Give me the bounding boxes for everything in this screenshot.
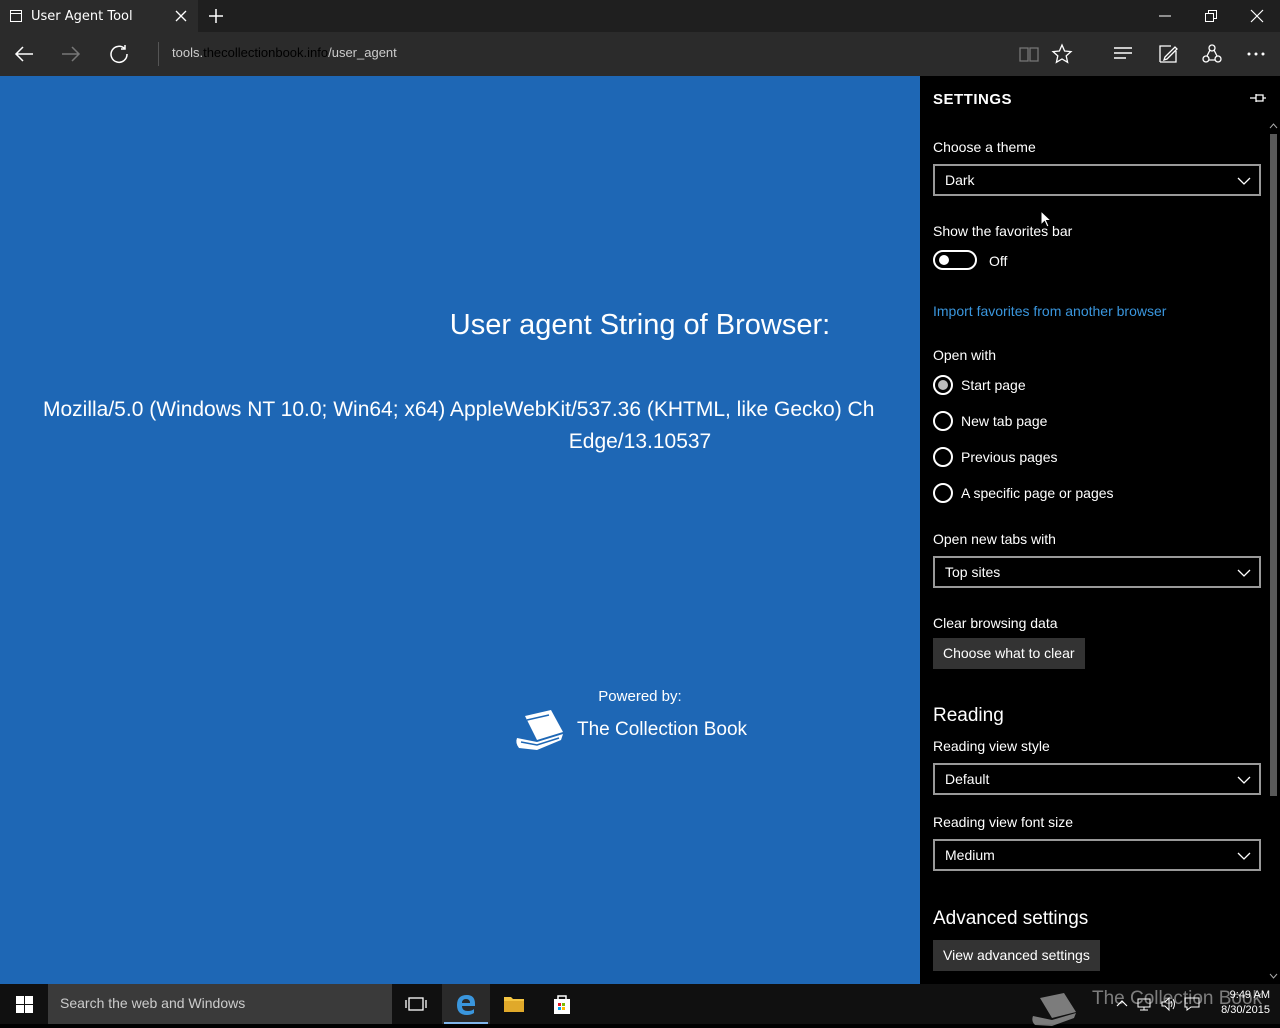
radio-start-page[interactable] [933, 375, 953, 395]
task-view-button[interactable] [392, 984, 440, 1024]
restore-icon[interactable] [1203, 8, 1219, 24]
clear-data-label: Clear browsing data [933, 615, 1058, 631]
chevron-down-icon [1237, 776, 1251, 784]
scrollbar-thumb[interactable] [1270, 134, 1277, 796]
open-with-label: Open with [933, 347, 997, 363]
taskbar-file-explorer[interactable] [490, 984, 538, 1024]
reading-font-label: Reading view font size [933, 814, 1074, 830]
close-window-icon[interactable] [1249, 8, 1265, 24]
system-clock[interactable]: 9:49 AM 8/30/2015 [1210, 988, 1270, 1018]
view-advanced-settings-button[interactable]: View advanced settings [933, 940, 1100, 971]
theme-label: Choose a theme [933, 139, 1036, 155]
clock-time: 9:49 AM [1229, 989, 1270, 1001]
start-button[interactable] [0, 984, 48, 1024]
show-hidden-icons-chevron-icon[interactable] [1114, 996, 1130, 1012]
navigation-bar: tools.thecollectionbook.info/user_agent [0, 32, 1280, 76]
watermark-book-icon [1032, 993, 1076, 1026]
forward-icon[interactable] [60, 43, 82, 65]
windows-logo-icon [16, 996, 33, 1013]
settings-title: SETTINGS [933, 91, 1013, 108]
address-bar[interactable]: tools.thecollectionbook.info/user_agent [172, 45, 397, 60]
advanced-heading: Advanced settings [933, 908, 1089, 929]
back-icon[interactable] [13, 43, 35, 65]
reading-style-dropdown[interactable]: Default [933, 763, 1261, 795]
reading-heading: Reading [933, 705, 1004, 726]
task-view-icon [405, 997, 427, 1011]
reading-style-value: Default [945, 771, 990, 787]
web-page-content: User agent String of Browser: Mozilla/5.… [0, 76, 920, 984]
hub-icon[interactable] [1112, 43, 1134, 65]
tab-title: User Agent Tool [31, 8, 133, 24]
theme-dropdown[interactable]: Dark [933, 164, 1261, 196]
chevron-down-icon [1237, 569, 1251, 577]
user-agent-string: Mozilla/5.0 (Windows NT 10.0; Win64; x64… [43, 398, 875, 421]
edge-logo-icon [457, 995, 475, 1015]
taskbar-search-box[interactable]: Search the web and Windows [48, 984, 392, 1024]
taskbar-store[interactable] [538, 984, 586, 1024]
web-note-icon[interactable] [1157, 43, 1179, 65]
settings-panel: SETTINGS Choose a theme Dark Show the fa… [920, 76, 1280, 984]
browser-tab[interactable]: User Agent Tool [0, 0, 198, 32]
radio-label-new-tab-page: New tab page [961, 413, 1048, 429]
taskbar: Search the web and Windows [0, 984, 1280, 1024]
reading-font-value: Medium [945, 847, 995, 863]
radio-label-start-page: Start page [961, 377, 1026, 393]
pin-icon[interactable] [1249, 90, 1267, 106]
search-placeholder: Search the web and Windows [60, 995, 246, 1011]
new-tab-icon[interactable] [207, 7, 225, 25]
minimize-icon[interactable] [1157, 8, 1173, 24]
book-logo-icon[interactable] [513, 708, 567, 754]
radio-specific-page[interactable] [933, 483, 953, 503]
import-favorites-link[interactable]: Import favorites from another browser [933, 303, 1166, 319]
radio-label-specific-page: A specific page or pages [961, 485, 1114, 501]
action-center-icon[interactable] [1184, 996, 1200, 1012]
reading-view-icon[interactable] [1018, 43, 1040, 65]
url-prefix: tools. [172, 45, 204, 60]
url-path: /user_agent [328, 45, 397, 60]
clock-date: 8/30/2015 [1221, 1004, 1270, 1016]
radio-new-tab-page[interactable] [933, 411, 953, 431]
title-bar: User Agent Tool [0, 0, 1280, 32]
mouse-cursor-icon [1040, 210, 1052, 228]
page-icon [10, 10, 22, 22]
more-icon[interactable] [1245, 43, 1267, 65]
new-tabs-label: Open new tabs with [933, 531, 1056, 547]
close-tab-icon[interactable] [174, 9, 188, 23]
favorites-bar-state: Off [989, 253, 1008, 269]
volume-icon[interactable] [1160, 996, 1176, 1012]
favorite-star-icon[interactable] [1051, 43, 1073, 65]
reading-style-label: Reading view style [933, 738, 1050, 754]
address-separator [158, 42, 159, 66]
radio-label-previous-pages: Previous pages [961, 449, 1058, 465]
chevron-down-icon [1237, 177, 1251, 185]
page-heading: User agent String of Browser: [449, 309, 831, 341]
reading-font-dropdown[interactable]: Medium [933, 839, 1261, 871]
new-tabs-value: Top sites [945, 564, 1001, 580]
taskbar-edge[interactable] [442, 984, 490, 1024]
new-tabs-dropdown[interactable]: Top sites [933, 556, 1261, 588]
folder-icon [504, 997, 524, 1012]
user-agent-string-continued: Edge/13.10537 [568, 430, 712, 453]
powered-by-label: Powered by: [598, 688, 682, 705]
favorites-bar-toggle[interactable] [933, 250, 977, 270]
refresh-icon[interactable] [108, 43, 130, 65]
theme-value: Dark [945, 172, 975, 188]
radio-previous-pages[interactable] [933, 447, 953, 467]
share-icon[interactable] [1201, 43, 1223, 65]
choose-what-to-clear-button[interactable]: Choose what to clear [933, 638, 1085, 669]
chevron-down-icon [1237, 852, 1251, 860]
store-bag-icon [554, 995, 570, 1014]
url-domain: thecollectionbook.info [203, 45, 329, 60]
network-icon[interactable] [1136, 996, 1152, 1012]
brand-link[interactable]: The Collection Book [577, 719, 747, 741]
